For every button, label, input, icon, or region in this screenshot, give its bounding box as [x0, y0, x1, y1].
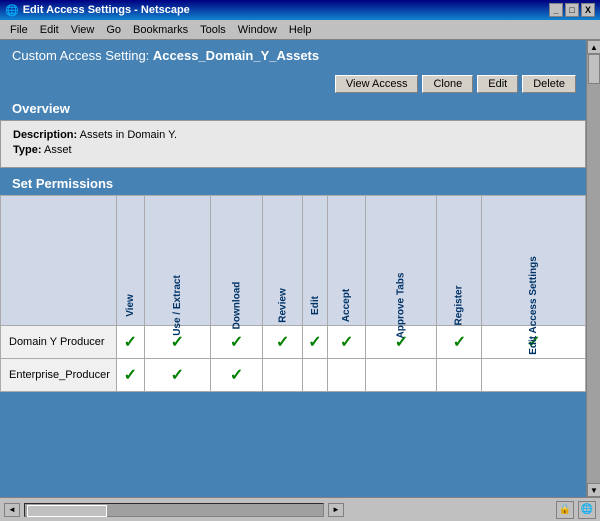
- maximize-button[interactable]: □: [565, 3, 579, 17]
- minimize-button[interactable]: _: [549, 3, 563, 17]
- checkmark-icon: ✓: [230, 367, 243, 384]
- col-header-register: Register: [437, 196, 482, 326]
- titlebar-left: 🌐 Edit Access Settings - Netscape: [5, 4, 190, 17]
- delete-button[interactable]: Delete: [522, 75, 576, 93]
- description-label: Description:: [13, 129, 77, 141]
- h-scroll-right-button[interactable]: ►: [328, 503, 344, 517]
- edit-button[interactable]: Edit: [477, 75, 518, 93]
- menu-help[interactable]: Help: [283, 23, 318, 37]
- col-header-view: View: [116, 196, 144, 326]
- menu-window[interactable]: Window: [232, 23, 283, 37]
- overview-section-body: Description: Assets in Domain Y. Type: A…: [0, 120, 586, 168]
- cell-1-5: [327, 359, 366, 392]
- main-content: Custom Access Setting: Access_Domain_Y_A…: [0, 40, 600, 497]
- col-header-review: Review: [263, 196, 303, 326]
- col-header-edit-access: Edit Access Settings: [482, 196, 586, 326]
- cell-1-6: [366, 359, 437, 392]
- description-row: Description: Assets in Domain Y.: [13, 129, 573, 141]
- cell-0-4: ✓: [303, 326, 328, 359]
- col-label-use-extract: Use / Extract: [172, 275, 183, 336]
- row-name-0: Domain Y Producer: [1, 326, 117, 359]
- cell-0-3: ✓: [263, 326, 303, 359]
- checkmark-icon: ✓: [453, 334, 466, 351]
- checkmark-icon: ✓: [124, 367, 137, 384]
- permissions-section-header: Set Permissions: [0, 172, 586, 195]
- cell-1-8: [482, 359, 586, 392]
- menu-go[interactable]: Go: [100, 23, 127, 37]
- scroll-up-button[interactable]: ▲: [587, 40, 600, 54]
- checkmark-icon: ✓: [171, 367, 184, 384]
- window-title: Edit Access Settings - Netscape: [23, 4, 190, 16]
- cell-1-0: ✓: [116, 359, 144, 392]
- action-toolbar: View Access Clone Edit Delete: [0, 71, 586, 97]
- type-value: Asset: [44, 144, 72, 156]
- scroll-down-button[interactable]: ▼: [587, 483, 600, 497]
- table-row: Enterprise_Producer ✓ ✓ ✓: [1, 359, 586, 392]
- col-header-name: [1, 196, 117, 326]
- col-label-accept: Accept: [341, 289, 352, 322]
- col-header-edit: Edit: [303, 196, 328, 326]
- col-header-approve-tabs: Approve Tabs: [366, 196, 437, 326]
- status-icon-1: 🔒: [556, 501, 574, 519]
- vertical-scrollbar[interactable]: ▲ ▼: [586, 40, 600, 497]
- type-row: Type: Asset: [13, 144, 573, 156]
- header-title: Access_Domain_Y_Assets: [153, 48, 319, 63]
- menu-bookmarks[interactable]: Bookmarks: [127, 23, 194, 37]
- menubar: File Edit View Go Bookmarks Tools Window…: [0, 20, 600, 40]
- cell-0-5: ✓: [327, 326, 366, 359]
- statusbar: ◄ ► 🔒 🌐: [0, 497, 600, 521]
- col-label-register: Register: [454, 285, 465, 325]
- type-label: Type:: [13, 144, 42, 156]
- cell-1-3: [263, 359, 303, 392]
- window-titlebar: 🌐 Edit Access Settings - Netscape _ □ X: [0, 0, 600, 20]
- checkmark-icon: ✓: [124, 334, 137, 351]
- checkmark-icon: ✓: [171, 334, 184, 351]
- menu-tools[interactable]: Tools: [194, 23, 232, 37]
- menu-file[interactable]: File: [4, 23, 34, 37]
- clone-button[interactable]: Clone: [422, 75, 473, 93]
- table-row: Domain Y Producer✓✓✓✓✓✓✓✓✓: [1, 326, 586, 359]
- col-header-download: Download: [210, 196, 263, 326]
- col-label-edit-access: Edit Access Settings: [528, 256, 539, 355]
- col-label-view: View: [125, 294, 136, 317]
- h-scroll-track: [24, 503, 324, 517]
- close-button[interactable]: X: [581, 3, 595, 17]
- col-label-approve-tabs: Approve Tabs: [396, 273, 407, 339]
- permissions-table-container: View Use / Extract Download: [0, 195, 586, 392]
- titlebar-icon: 🌐: [5, 4, 19, 17]
- row-name-1: Enterprise_Producer: [1, 359, 117, 392]
- col-header-use-extract: Use / Extract: [145, 196, 211, 326]
- h-scroll-left-button[interactable]: ◄: [4, 503, 20, 517]
- cell-0-7: ✓: [437, 326, 482, 359]
- cell-0-2: ✓: [210, 326, 263, 359]
- cell-1-7: [437, 359, 482, 392]
- col-header-accept: Accept: [327, 196, 366, 326]
- menu-edit[interactable]: Edit: [34, 23, 65, 37]
- cell-0-0: ✓: [116, 326, 144, 359]
- page-header: Custom Access Setting: Access_Domain_Y_A…: [0, 40, 586, 71]
- overview-section-header: Overview: [0, 97, 586, 120]
- titlebar-controls[interactable]: _ □ X: [549, 3, 595, 17]
- header-prefix: Custom Access Setting:: [12, 48, 153, 63]
- menu-view[interactable]: View: [65, 23, 101, 37]
- col-label-edit: Edit: [309, 296, 320, 315]
- scroll-track: [587, 54, 600, 483]
- checkmark-icon: ✓: [276, 334, 289, 351]
- checkmark-icon: ✓: [230, 334, 243, 351]
- status-icon-2: 🌐: [578, 501, 596, 519]
- cell-1-2: ✓: [210, 359, 263, 392]
- col-label-download: Download: [231, 282, 242, 330]
- description-value: Assets in Domain Y.: [80, 129, 177, 141]
- cell-1-1: ✓: [145, 359, 211, 392]
- scroll-thumb[interactable]: [588, 54, 600, 84]
- checkmark-icon: ✓: [340, 334, 353, 351]
- cell-1-4: [303, 359, 328, 392]
- checkmark-icon: ✓: [308, 334, 321, 351]
- view-access-button[interactable]: View Access: [335, 75, 419, 93]
- col-label-review: Review: [277, 288, 288, 322]
- h-scroll-thumb[interactable]: [27, 505, 107, 517]
- permissions-section: Set Permissions View: [0, 172, 586, 392]
- table-header-row: View Use / Extract Download: [1, 196, 586, 326]
- permissions-table: View Use / Extract Download: [0, 195, 586, 392]
